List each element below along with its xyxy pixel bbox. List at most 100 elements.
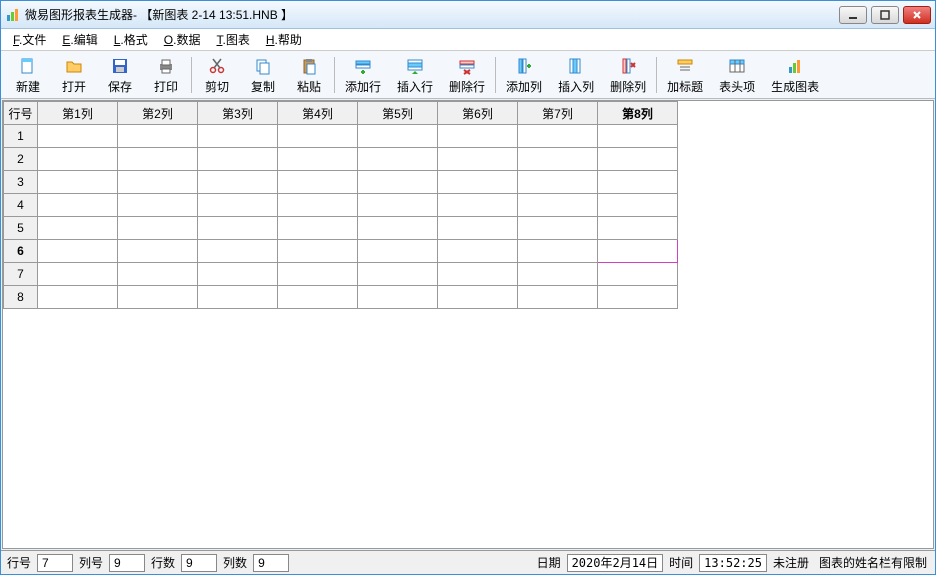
grid-cell[interactable] xyxy=(118,217,198,240)
menu-edit[interactable]: E.编辑 xyxy=(54,29,105,50)
delete-col-button[interactable]: 删除列 xyxy=(602,53,654,97)
grid-cell[interactable] xyxy=(198,263,278,286)
grid-cell[interactable] xyxy=(38,286,118,309)
grid-cell[interactable] xyxy=(278,194,358,217)
row-header[interactable]: 8 xyxy=(4,286,38,309)
row-header[interactable]: 5 xyxy=(4,217,38,240)
column-header[interactable]: 第8列 xyxy=(598,102,678,125)
open-button[interactable]: 打开 xyxy=(51,53,97,97)
row-header[interactable]: 1 xyxy=(4,125,38,148)
new-button[interactable]: 新建 xyxy=(5,53,51,97)
grid-cell[interactable] xyxy=(518,240,598,263)
grid-cell[interactable] xyxy=(518,194,598,217)
grid-cell[interactable] xyxy=(598,125,678,148)
menu-chart[interactable]: T.图表 xyxy=(208,29,257,50)
save-button[interactable]: 保存 xyxy=(97,53,143,97)
grid-cell[interactable] xyxy=(358,171,438,194)
grid-cell[interactable] xyxy=(598,194,678,217)
data-grid[interactable]: 行号第1列第2列第3列第4列第5列第6列第7列第8列12345678 xyxy=(3,101,678,309)
row-header[interactable]: 3 xyxy=(4,171,38,194)
grid-cell[interactable] xyxy=(438,217,518,240)
menu-format[interactable]: L.格式 xyxy=(106,29,156,50)
grid-cell[interactable] xyxy=(518,125,598,148)
gen-chart-button[interactable]: 生成图表 xyxy=(763,53,827,97)
grid-cell[interactable] xyxy=(518,217,598,240)
delete-row-button[interactable]: 删除行 xyxy=(441,53,493,97)
grid-cell[interactable] xyxy=(438,263,518,286)
grid-cell[interactable] xyxy=(598,217,678,240)
grid-cell[interactable] xyxy=(198,171,278,194)
column-header[interactable]: 第1列 xyxy=(38,102,118,125)
column-header[interactable]: 第2列 xyxy=(118,102,198,125)
grid-cell[interactable] xyxy=(118,171,198,194)
menu-file[interactable]: F.文件 xyxy=(5,29,54,50)
column-header[interactable]: 第4列 xyxy=(278,102,358,125)
grid-cell[interactable] xyxy=(118,286,198,309)
grid-cell[interactable] xyxy=(198,125,278,148)
grid-cell[interactable] xyxy=(118,240,198,263)
grid-cell[interactable] xyxy=(438,240,518,263)
row-header[interactable]: 6 xyxy=(4,240,38,263)
grid-cell[interactable] xyxy=(598,148,678,171)
grid-cell[interactable] xyxy=(358,125,438,148)
grid-cell[interactable] xyxy=(198,217,278,240)
paste-button[interactable]: 粘贴 xyxy=(286,53,332,97)
row-header[interactable]: 4 xyxy=(4,194,38,217)
column-header[interactable]: 第3列 xyxy=(198,102,278,125)
grid-cell[interactable] xyxy=(278,148,358,171)
grid-cell[interactable] xyxy=(438,194,518,217)
workarea[interactable]: 行号第1列第2列第3列第4列第5列第6列第7列第8列12345678 xyxy=(2,100,934,549)
cut-button[interactable]: 剪切 xyxy=(194,53,240,97)
grid-cell[interactable] xyxy=(598,171,678,194)
header-item-button[interactable]: 表头项 xyxy=(711,53,763,97)
grid-cell[interactable] xyxy=(118,125,198,148)
column-header[interactable]: 第7列 xyxy=(518,102,598,125)
copy-button[interactable]: 复制 xyxy=(240,53,286,97)
add-title-button[interactable]: 加标题 xyxy=(659,53,711,97)
column-header[interactable]: 第5列 xyxy=(358,102,438,125)
grid-cell[interactable] xyxy=(118,263,198,286)
grid-cell[interactable] xyxy=(438,148,518,171)
grid-cell[interactable] xyxy=(38,263,118,286)
grid-cell[interactable] xyxy=(438,286,518,309)
grid-cell[interactable] xyxy=(38,194,118,217)
grid-cell[interactable] xyxy=(278,263,358,286)
grid-cell[interactable] xyxy=(278,286,358,309)
grid-cell[interactable] xyxy=(358,240,438,263)
grid-cell[interactable] xyxy=(518,148,598,171)
row-header[interactable]: 2 xyxy=(4,148,38,171)
grid-cell[interactable] xyxy=(278,217,358,240)
grid-cell[interactable] xyxy=(278,171,358,194)
grid-cell[interactable] xyxy=(198,286,278,309)
grid-cell[interactable] xyxy=(38,171,118,194)
grid-cell[interactable] xyxy=(198,148,278,171)
grid-cell[interactable] xyxy=(358,263,438,286)
insert-row-button[interactable]: 插入行 xyxy=(389,53,441,97)
grid-cell[interactable] xyxy=(38,217,118,240)
grid-cell[interactable] xyxy=(518,286,598,309)
grid-cell[interactable] xyxy=(118,194,198,217)
grid-cell[interactable] xyxy=(358,217,438,240)
grid-cell[interactable] xyxy=(198,194,278,217)
grid-cell[interactable] xyxy=(278,240,358,263)
menu-help[interactable]: H.帮助 xyxy=(258,29,310,50)
grid-cell[interactable] xyxy=(598,240,678,263)
grid-cell[interactable] xyxy=(438,125,518,148)
grid-cell[interactable] xyxy=(598,286,678,309)
grid-cell[interactable] xyxy=(358,148,438,171)
grid-cell[interactable] xyxy=(358,286,438,309)
grid-cell[interactable] xyxy=(598,263,678,286)
grid-cell[interactable] xyxy=(518,263,598,286)
minimize-button[interactable] xyxy=(839,6,867,24)
grid-cell[interactable] xyxy=(38,125,118,148)
grid-cell[interactable] xyxy=(358,194,438,217)
grid-cell[interactable] xyxy=(278,125,358,148)
maximize-button[interactable] xyxy=(871,6,899,24)
print-button[interactable]: 打印 xyxy=(143,53,189,97)
insert-col-button[interactable]: 插入列 xyxy=(550,53,602,97)
grid-cell[interactable] xyxy=(118,148,198,171)
menu-data[interactable]: O.数据 xyxy=(156,29,209,50)
grid-cell[interactable] xyxy=(198,240,278,263)
add-row-button[interactable]: 添加行 xyxy=(337,53,389,97)
row-header[interactable]: 7 xyxy=(4,263,38,286)
